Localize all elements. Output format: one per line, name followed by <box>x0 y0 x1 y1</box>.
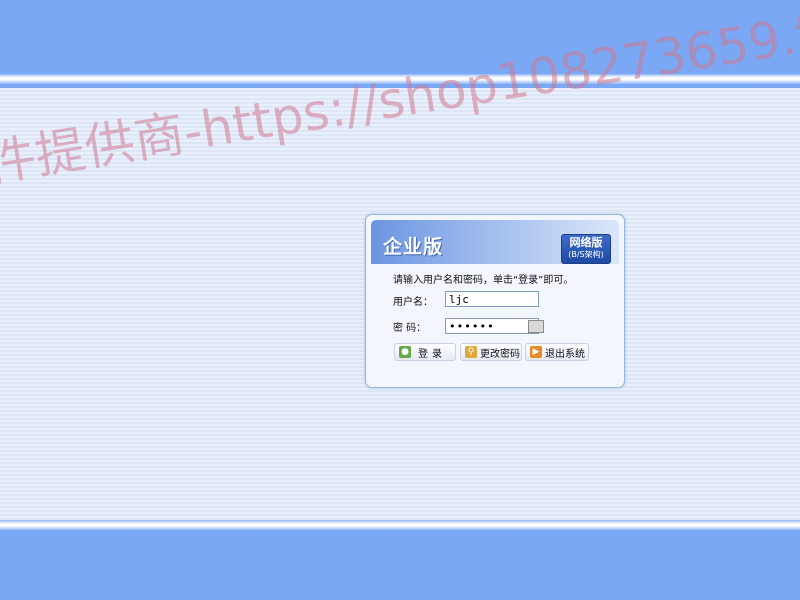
password-label: 密 码： <box>393 323 427 334</box>
caps-lock-icon <box>528 320 544 333</box>
badge-main-text: 网络版 <box>569 236 603 249</box>
top-band <box>0 0 800 74</box>
bottom-divider <box>0 520 800 530</box>
exit-button-label: 退出系统 <box>545 348 585 360</box>
login-button[interactable]: ● 登录 <box>394 343 456 361</box>
network-edition-badge: 网络版 (B/S架构) <box>561 234 611 264</box>
change-password-button[interactable]: ⚲ 更改密码 <box>460 343 522 361</box>
exit-button[interactable]: ▶ 退出系统 <box>525 343 589 361</box>
login-button-label: 登录 <box>418 348 446 360</box>
user-group-icon: ● <box>399 346 411 358</box>
username-input[interactable] <box>445 291 539 307</box>
bottom-band <box>0 530 800 600</box>
username-label: 用户名： <box>393 297 433 308</box>
login-panel-header: 企业版 网络版 (B/S架构) <box>371 220 619 264</box>
exit-icon: ▶ <box>530 346 542 358</box>
key-icon: ⚲ <box>465 346 477 358</box>
login-prompt: 请输入用户名和密码，单击“登录”即可。 <box>393 275 574 286</box>
change-password-label: 更改密码 <box>480 348 520 360</box>
badge-sub-text: (B/S架构) <box>568 250 604 259</box>
password-input[interactable]: •••••• <box>445 318 539 334</box>
edition-title: 企业版 <box>383 236 444 258</box>
top-divider <box>0 74 800 84</box>
